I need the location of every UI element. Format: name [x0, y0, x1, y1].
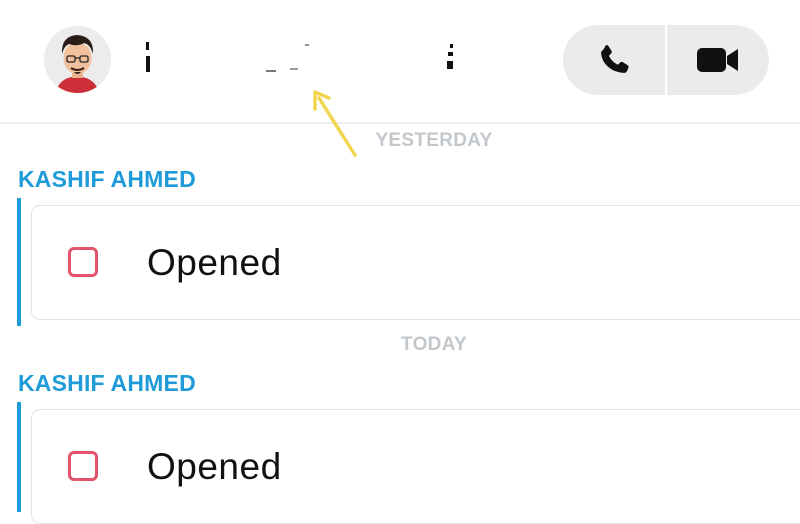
- sender-name: KASHIF AHMED: [18, 166, 196, 192]
- bitmoji-avatar-icon: [44, 26, 111, 93]
- message-opened-snap[interactable]: Opened: [31, 409, 800, 524]
- date-separator-today: TODAY: [401, 334, 467, 355]
- message-status-text: Opened: [147, 242, 282, 283]
- opened-snap-icon: [68, 247, 98, 277]
- video-camera-icon: [697, 48, 738, 72]
- sender-name: KASHIF AHMED: [18, 370, 196, 396]
- message-opened-snap[interactable]: Opened: [31, 205, 800, 320]
- phone-icon: [601, 45, 629, 73]
- call-button-group: [563, 25, 769, 95]
- message-status-text: Opened: [147, 446, 282, 487]
- voice-call-button[interactable]: [563, 25, 665, 95]
- date-separator-yesterday: YESTERDAY: [375, 130, 493, 151]
- chat-header: [0, 0, 800, 124]
- avatar[interactable]: [44, 26, 111, 93]
- video-call-button[interactable]: [667, 25, 769, 95]
- redacted-contact-name: [140, 36, 470, 80]
- message-accent-bar: [17, 198, 21, 326]
- message-accent-bar: [17, 402, 21, 512]
- opened-snap-icon: [68, 451, 98, 481]
